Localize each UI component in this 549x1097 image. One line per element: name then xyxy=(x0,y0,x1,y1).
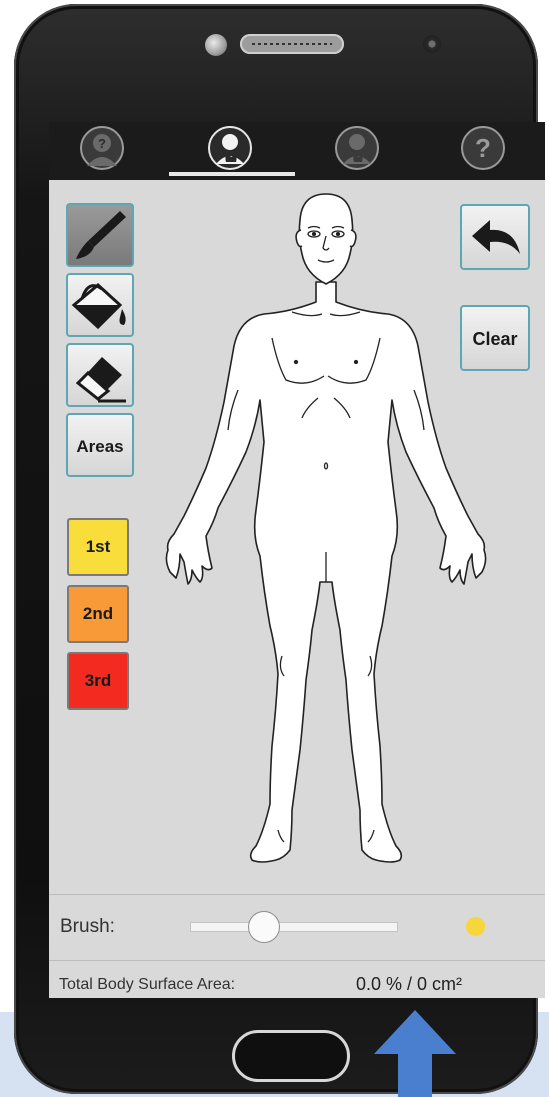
help-icon: ? xyxy=(475,133,491,163)
home-button[interactable] xyxy=(232,1030,350,1082)
brush-size-slider-thumb[interactable] xyxy=(248,911,281,943)
person-burn-icon xyxy=(216,134,244,164)
tab-help[interactable]: ? xyxy=(461,126,505,170)
third-degree-label: 3rd xyxy=(84,671,112,690)
third-degree-button[interactable]: 3rd xyxy=(67,652,129,710)
first-degree-label: 1st xyxy=(85,537,111,556)
front-camera xyxy=(205,34,227,56)
paintbrush-icon xyxy=(76,211,126,259)
divider-bottom xyxy=(49,960,545,961)
svg-text:?: ? xyxy=(98,136,106,151)
up-arrow-annotation xyxy=(374,1010,456,1097)
earpiece-speaker xyxy=(240,34,344,54)
first-degree-button[interactable]: 1st xyxy=(67,518,129,576)
eraser-tool-button[interactable] xyxy=(66,343,134,407)
brush-preview-dot xyxy=(466,917,485,936)
brush-size-slider-track[interactable] xyxy=(190,922,398,932)
eraser-icon xyxy=(75,357,126,403)
areas-button-label: Areas xyxy=(76,437,124,456)
second-degree-button[interactable]: 2nd xyxy=(67,585,129,643)
proximity-sensor xyxy=(423,35,441,53)
paint-bucket-icon xyxy=(71,283,126,330)
person-question-icon: ? xyxy=(87,134,117,166)
tab-person-burn-back[interactable] xyxy=(335,126,379,170)
second-degree-label: 2nd xyxy=(82,604,114,623)
brush-tool-button[interactable] xyxy=(66,203,134,267)
tbsa-value: 0.0 % / 0 cm² xyxy=(356,974,463,994)
tbsa-label: Total Body Surface Area: xyxy=(59,976,236,993)
active-tab-indicator xyxy=(169,172,295,176)
divider-top xyxy=(49,894,545,895)
svg-text:?: ? xyxy=(475,133,491,163)
areas-button[interactable]: Areas xyxy=(66,413,134,477)
person-burn-back-icon xyxy=(343,134,371,164)
tab-person-question[interactable]: ? xyxy=(80,126,124,170)
brush-label: Brush: xyxy=(60,916,115,937)
tab-person-burn[interactable] xyxy=(208,126,252,170)
body-outline-figure[interactable] xyxy=(160,190,520,880)
fill-tool-button[interactable] xyxy=(66,273,134,337)
